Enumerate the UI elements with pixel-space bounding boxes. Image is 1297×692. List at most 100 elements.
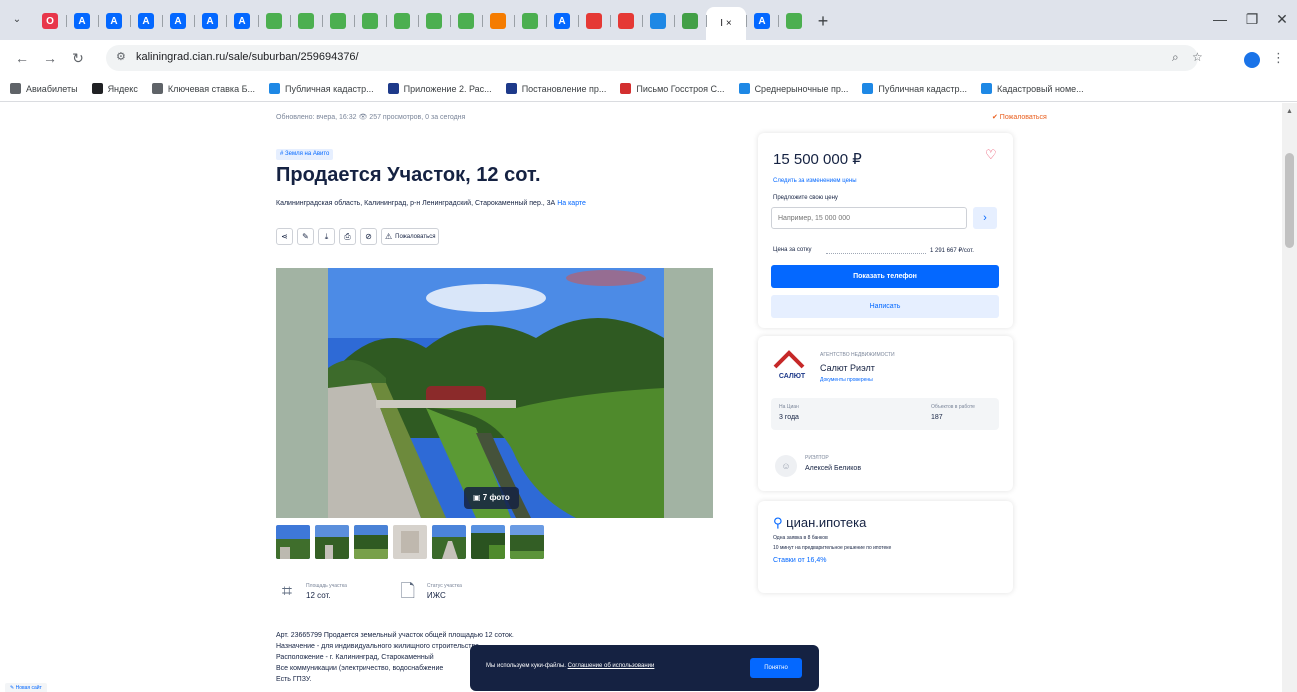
dotted-divider <box>826 253 926 254</box>
bookmark-item[interactable]: Ключевая ставка Б... <box>151 83 255 94</box>
browser-tab[interactable] <box>354 7 386 35</box>
forward-icon[interactable]: → <box>40 48 60 68</box>
close-window-icon[interactable]: ✕ <box>1267 8 1297 30</box>
browser-tab[interactable]: A <box>66 7 98 35</box>
browser-tab[interactable] <box>418 7 450 35</box>
report-button[interactable]: ⚠ Пожаловаться <box>381 228 440 245</box>
browser-tab[interactable]: A <box>746 7 778 35</box>
bookmark-item[interactable]: Среднерыночные пр... <box>738 83 848 94</box>
browser-tab[interactable]: A <box>130 7 162 35</box>
doc-icon <box>505 83 517 94</box>
bookmark-item[interactable]: Приложение 2. Рас... <box>387 83 492 94</box>
browser-tab[interactable]: A <box>226 7 258 35</box>
browser-tab[interactable]: A <box>162 7 194 35</box>
photo-thumbnail[interactable] <box>432 525 466 559</box>
address: Калининградская область, Калининград, р-… <box>276 200 586 207</box>
map-link[interactable]: На карте <box>557 200 586 207</box>
restore-icon[interactable]: ❐ <box>1237 8 1267 30</box>
photo-thumbnail[interactable] <box>393 525 427 559</box>
bookmark-item[interactable]: Яндекс <box>91 83 138 94</box>
profile-avatar[interactable] <box>1244 52 1260 68</box>
stat-value: 187 <box>931 414 943 421</box>
share-button[interactable]: ⋖ <box>276 228 293 245</box>
agency-logo[interactable]: САЛЮТ <box>773 349 811 383</box>
map-tab-icon <box>522 13 538 29</box>
page-content: Обновлено: вчера, 16:32 👁 257 просмотров… <box>0 103 1282 692</box>
photo-thumbnail[interactable] <box>354 525 388 559</box>
favorite-heart-icon[interactable]: ♡ <box>985 147 997 163</box>
photo-thumbnail[interactable] <box>471 525 505 559</box>
photo-thumbnail[interactable] <box>315 525 349 559</box>
address-bar[interactable]: ⚙ kaliningrad.cian.ru/sale/suburban/2596… <box>106 45 1203 71</box>
browser-tab[interactable] <box>514 7 546 35</box>
bookmark-star-icon[interactable]: ☆ <box>1192 50 1203 64</box>
bookmark-item[interactable]: Авиабилеты <box>10 83 78 94</box>
hide-button[interactable]: ⊘ <box>360 228 377 245</box>
download-button[interactable]: ⤓ <box>318 228 335 245</box>
all-photos-button[interactable]: ▣ 7 фото <box>464 487 519 509</box>
bookmark-item[interactable]: Кадастровый номе... <box>981 83 1084 94</box>
reload-icon[interactable]: ↻ <box>68 48 88 68</box>
tab-search-icon[interactable]: ⌄ <box>8 11 26 29</box>
show-phone-button[interactable]: Показать телефон <box>771 265 999 288</box>
zoom-icon[interactable]: ⌕ <box>1172 50 1179 65</box>
print-button[interactable]: ⎙ <box>339 228 356 245</box>
browser-tab[interactable]: A <box>546 7 578 35</box>
browser-tab[interactable] <box>778 7 810 35</box>
browser-tab[interactable] <box>258 7 290 35</box>
bank-icon <box>151 83 163 94</box>
photo-thumbnail[interactable] <box>276 525 310 559</box>
cookie-accept-button[interactable]: Понятно <box>750 658 802 678</box>
realtor-role: РИЭЛТОР <box>805 455 829 461</box>
browser-tab[interactable]: A <box>194 7 226 35</box>
feature-value: 12 сот. <box>306 590 331 600</box>
active-tab[interactable]: I × <box>706 7 746 40</box>
browser-menu-icon[interactable]: ⋮ <box>1272 50 1285 66</box>
browser-tab[interactable] <box>322 7 354 35</box>
feature-label: Статус участка <box>426 582 462 589</box>
browser-tab[interactable] <box>290 7 322 35</box>
note-button[interactable]: ✎ <box>297 228 314 245</box>
site-info-icon[interactable]: ⚙ <box>116 50 126 63</box>
browser-tab[interactable] <box>674 7 706 35</box>
browser-tab[interactable] <box>386 7 418 35</box>
back-icon[interactable]: ← <box>12 48 32 68</box>
scroll-up-icon[interactable]: ▲ <box>1286 108 1293 115</box>
scroll-thumb[interactable] <box>1285 153 1294 248</box>
offer-submit-button[interactable]: › <box>973 207 997 229</box>
feedback-button[interactable]: ✎ Новая сайт <box>5 683 47 692</box>
browser-tab[interactable] <box>642 7 674 35</box>
browser-tab[interactable]: O <box>34 7 66 35</box>
browser-tab[interactable] <box>482 7 514 35</box>
orange-tab-icon <box>490 13 506 29</box>
offer-price-input[interactable] <box>771 207 967 229</box>
page-scrollbar[interactable]: ▲ <box>1282 103 1297 692</box>
minimize-icon[interactable]: — <box>1205 8 1235 30</box>
main-photo[interactable] <box>276 268 713 518</box>
bookmark-item[interactable]: Письмо Госстроя С... <box>620 83 725 94</box>
cookie-terms-link[interactable]: Соглашение об использовании <box>568 663 655 669</box>
new-tab-icon[interactable]: + <box>810 7 836 35</box>
listing-meta: Обновлено: вчера, 16:32 👁 257 просмотров… <box>276 114 466 121</box>
complaint-link[interactable]: ✔ Пожаловаться <box>992 113 1047 121</box>
agency-name[interactable]: Салют Риэлт <box>820 363 875 373</box>
realtor-name[interactable]: Алексей Беликов <box>805 465 861 472</box>
mortgage-rate-link[interactable]: Ставки от 16,4% <box>773 557 826 564</box>
realtor-avatar[interactable]: ☺ <box>775 455 797 477</box>
write-button[interactable]: Написать <box>771 295 999 318</box>
browser-tab[interactable] <box>450 7 482 35</box>
sheet-tab-icon <box>650 13 666 29</box>
bookmark-item[interactable]: Публичная кадастр... <box>269 83 374 94</box>
bookmark-item[interactable]: Постановление пр... <box>505 83 606 94</box>
photo-image <box>276 268 713 518</box>
browser-tab[interactable]: A <box>98 7 130 35</box>
browser-tab[interactable] <box>578 7 610 35</box>
photo-thumbnail[interactable] <box>510 525 544 559</box>
browser-tab[interactable] <box>610 7 642 35</box>
cian-tab-icon: A <box>554 13 570 29</box>
hide-icon: ⊘ <box>365 232 372 241</box>
category-badge[interactable]: # Земля на Авито <box>276 149 334 160</box>
follow-price-link[interactable]: Следить за изменением цены <box>773 178 857 184</box>
feature-status: 🗋 Статус участка ИЖС <box>397 580 462 602</box>
bookmark-item[interactable]: Публичная кадастр... <box>862 83 967 94</box>
